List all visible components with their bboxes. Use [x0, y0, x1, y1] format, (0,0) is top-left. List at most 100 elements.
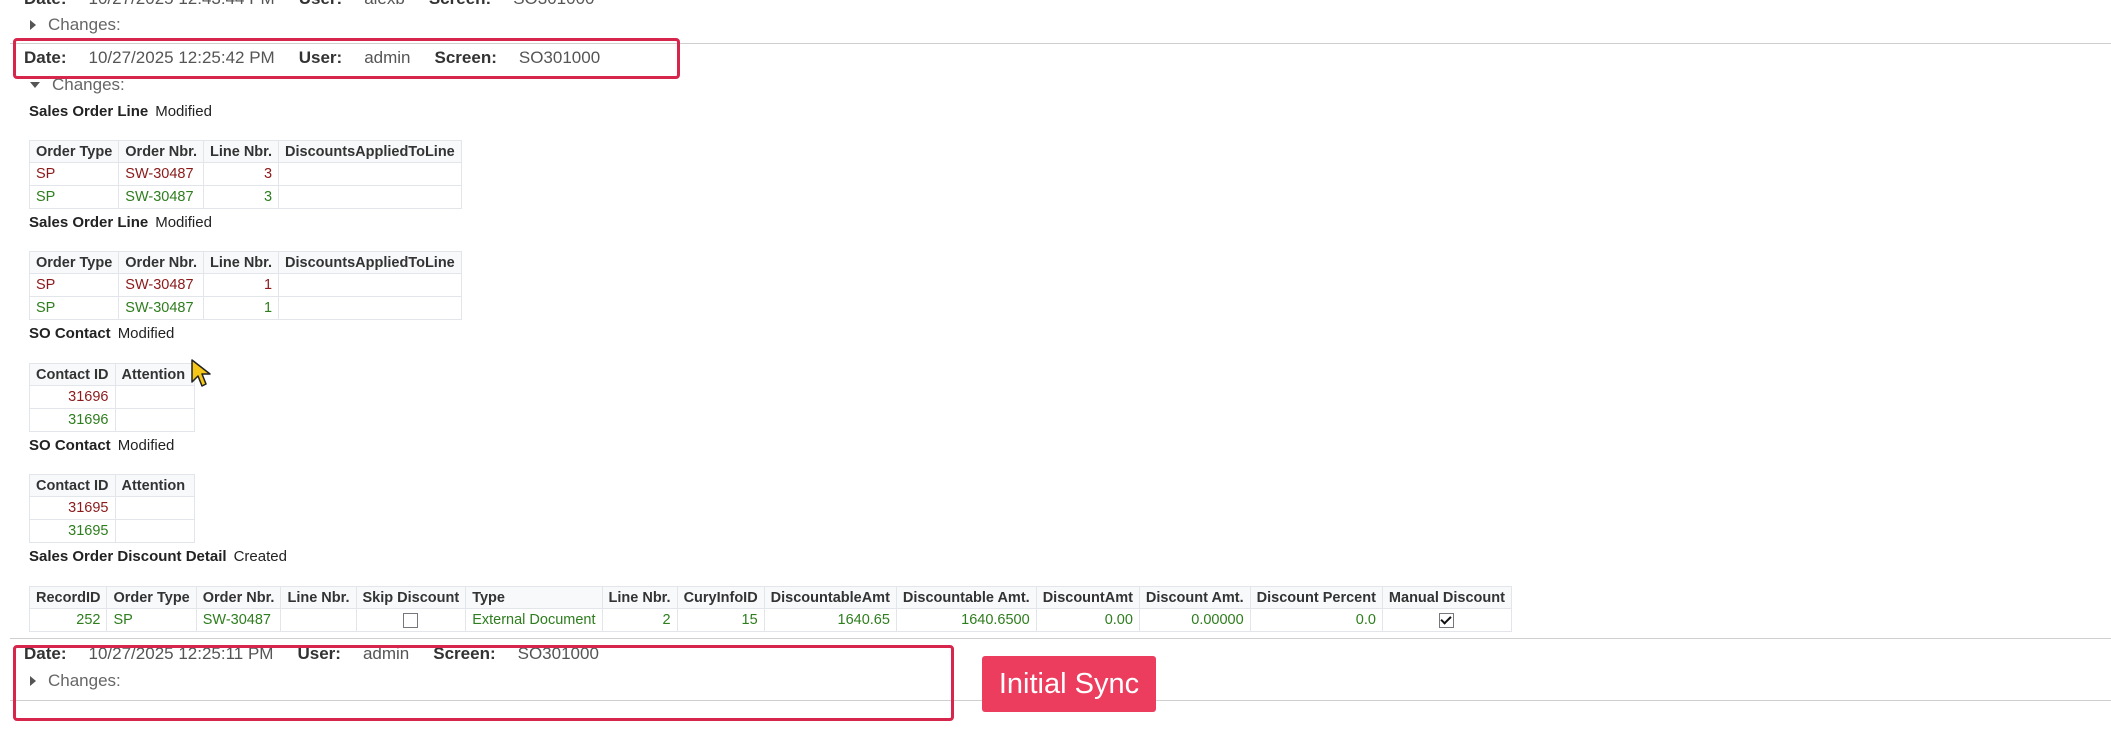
column-header: Line Nbr.: [202, 251, 280, 274]
cell: SW-30487: [118, 162, 204, 186]
cell: [278, 162, 462, 186]
column-header: Order Type: [28, 140, 120, 163]
column-header: DiscountAmt: [1035, 586, 1140, 609]
skip-discount-cell: [355, 608, 467, 632]
column-header: Line Nbr.: [202, 140, 280, 163]
column-header: Order Nbr.: [195, 586, 282, 609]
changes-label: Changes:: [48, 15, 121, 34]
old-value-row: SP SW-30487 1: [28, 273, 462, 297]
column-header: DiscountsAppliedToLine: [278, 140, 462, 163]
column-header: Contact ID: [29, 363, 116, 386]
change-status: Modified: [117, 437, 175, 454]
expand-arrow-icon: [30, 20, 36, 30]
cell: 31695: [29, 519, 116, 543]
changes-table: Order Type Order Nbr. Line Nbr. Discount…: [28, 140, 462, 209]
changes-toggle[interactable]: Changes:: [30, 15, 121, 35]
cell: 1: [202, 273, 280, 297]
changes-table: Order Type Order Nbr. Line Nbr. Discount…: [28, 251, 462, 320]
cell: 15: [676, 608, 765, 632]
changes-table: Contact ID Attention 31696 31696: [29, 363, 195, 432]
change-status: Modified: [117, 325, 175, 342]
entry-divider: [10, 638, 2111, 639]
column-header: Line Nbr.: [280, 586, 357, 609]
cell: External Document: [465, 608, 603, 632]
cell: 31695: [29, 496, 116, 520]
column-header: Line Nbr.: [601, 586, 678, 609]
column-header: RecordID: [28, 586, 108, 609]
column-header: Attention: [114, 363, 195, 386]
cell: SW-30487: [118, 296, 204, 320]
cell: [278, 296, 462, 320]
cell: SW-30487: [118, 185, 204, 209]
cell: 252: [28, 608, 108, 632]
cell: 1640.65: [763, 608, 897, 632]
column-header: Manual Discount: [1381, 586, 1512, 609]
section-title: Sales Order Line Modified: [29, 103, 212, 120]
user-value: alexb: [364, 0, 405, 9]
cell: SP: [28, 273, 120, 297]
cell: 3: [202, 185, 280, 209]
old-value-row: 31696: [29, 385, 195, 409]
screen-label: Screen:: [429, 0, 491, 9]
column-header: Discount Percent: [1249, 586, 1383, 609]
new-value-row: SP SW-30487 1: [28, 296, 462, 320]
column-header: DiscountsAppliedToLine: [278, 251, 462, 274]
changes-table: RecordID Order Type Order Nbr. Line Nbr.…: [28, 586, 1512, 632]
cell: [114, 408, 195, 432]
table-name: Sales Order Line: [29, 214, 149, 231]
change-status: Created: [233, 548, 287, 565]
column-header: Discountable Amt.: [895, 586, 1037, 609]
column-header: Order Type: [106, 586, 197, 609]
new-value-row: SP SW-30487 3: [28, 185, 462, 209]
cell: 0.00: [1035, 608, 1140, 632]
change-status: Modified: [155, 214, 212, 231]
new-value-row: 252 SP SW-30487 External Document 2 15 1…: [28, 608, 1512, 632]
new-value-row: 31695: [29, 519, 195, 543]
cell: 1640.6500: [895, 608, 1037, 632]
screen-value: SO301000: [513, 0, 594, 9]
cell: [114, 385, 195, 409]
date-value: 10/27/2025 12:43:44 PM: [89, 0, 275, 9]
manual-discount-checkbox: [1439, 612, 1455, 628]
cell: 3: [202, 162, 280, 186]
manual-discount-cell: [1381, 608, 1512, 632]
cell: SP: [28, 162, 120, 186]
audit-entry-header: Date: 10/27/2025 12:43:44 PM User: alexb…: [24, 0, 619, 9]
cell: 0.0: [1249, 608, 1383, 632]
column-header: Skip Discount: [355, 586, 467, 609]
column-header: Type: [465, 586, 603, 609]
section-title: SO Contact Modified: [29, 437, 174, 454]
table-name: Sales Order Line: [29, 103, 149, 120]
cell: SP: [28, 296, 120, 320]
date-label: Date:: [24, 0, 67, 9]
cell: 31696: [29, 408, 116, 432]
skip-discount-checkbox: [403, 612, 419, 628]
section-title: Sales Order Line Modified: [29, 214, 212, 231]
initial-sync-label: Initial Sync: [982, 656, 1156, 712]
cell: SW-30487: [195, 608, 282, 632]
column-header: Order Nbr.: [118, 140, 204, 163]
cell: [278, 185, 462, 209]
table-name: SO Contact: [29, 325, 111, 342]
section-title: SO Contact Modified: [29, 325, 174, 342]
cell: SP: [28, 185, 120, 209]
cell: [114, 519, 195, 543]
column-header: Order Type: [28, 251, 120, 274]
column-header: Attention: [114, 474, 195, 497]
cell: [280, 608, 357, 632]
cell: [114, 496, 195, 520]
column-header: Discount Amt.: [1138, 586, 1251, 609]
cell: SP: [106, 608, 197, 632]
user-label: User:: [299, 0, 342, 9]
cell: 2: [601, 608, 678, 632]
column-header: CuryInfoID: [676, 586, 765, 609]
cell: [278, 273, 462, 297]
changes-table: Contact ID Attention 31695 31695: [29, 474, 195, 543]
cell: 0.00000: [1138, 608, 1251, 632]
new-value-row: 31696: [29, 408, 195, 432]
old-value-row: 31695: [29, 496, 195, 520]
cell: 1: [202, 296, 280, 320]
cell: SW-30487: [118, 273, 204, 297]
mouse-cursor-icon: [191, 359, 211, 387]
collapse-arrow-icon: [30, 82, 40, 88]
